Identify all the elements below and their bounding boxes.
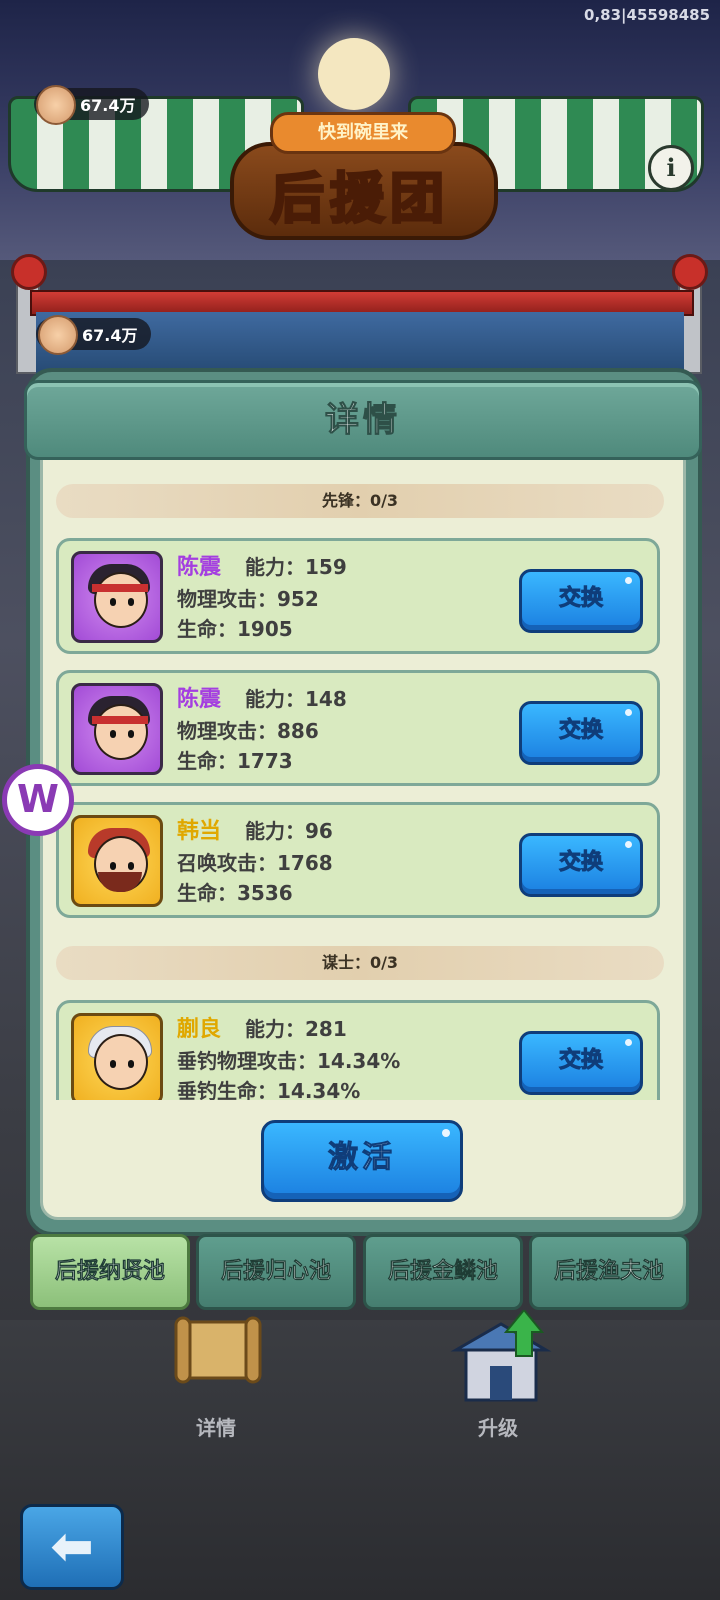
hero-name: 蒯良 bbox=[177, 1017, 222, 1042]
tab-pool-4[interactable]: 后援渔夫池 bbox=[529, 1234, 689, 1310]
back-arrow-icon: ⬅ bbox=[50, 1517, 94, 1577]
tab-pool-2[interactable]: 后援归心池 bbox=[196, 1234, 356, 1310]
hero-ability: 能力：159 bbox=[245, 555, 347, 579]
hero-list[interactable]: 陈震 能力：159 物理攻击：952 生命：1905 交换 陈震 能力：148 … bbox=[56, 530, 666, 1100]
hero-stat-hp: 生命：3536 bbox=[177, 881, 293, 905]
details-label: 详情 bbox=[196, 1416, 236, 1440]
hero-card: 蒯良 能力：281 垂钓物理攻击：14.34% 垂钓生命：14.34% 交换 bbox=[56, 1000, 660, 1100]
hero-stat-attack: 召唤攻击：1768 bbox=[177, 851, 333, 875]
hero-ability: 能力：281 bbox=[245, 1017, 347, 1041]
coin-icon bbox=[38, 315, 78, 355]
section-header-strategist: 谋士：0/3 bbox=[56, 946, 664, 980]
hero-name: 陈震 bbox=[177, 555, 222, 580]
dialog-title: 详情 bbox=[325, 400, 401, 441]
upgrade-label: 升级 bbox=[478, 1416, 518, 1440]
coin-amount: 67.4万 bbox=[82, 326, 138, 345]
swap-button[interactable]: 交换 bbox=[519, 569, 643, 633]
rail-ball-right bbox=[672, 254, 708, 290]
rail-ball-left bbox=[11, 254, 47, 290]
swap-button[interactable]: 交换 bbox=[519, 701, 643, 765]
hero-card: 韩当 能力：96 召唤攻击：1768 生命：3536 交换 bbox=[56, 802, 660, 918]
swap-button[interactable]: 交换 bbox=[519, 833, 643, 897]
hero-avatar bbox=[71, 815, 163, 907]
activate-button[interactable]: 激活 bbox=[261, 1120, 463, 1202]
details-scroll-icon[interactable] bbox=[168, 1312, 268, 1392]
hero-name: 陈震 bbox=[177, 687, 222, 712]
coin-amount: 67.4万 bbox=[80, 96, 136, 115]
hero-ability: 能力：96 bbox=[245, 819, 333, 843]
coin-counter-middle: 67.4万 bbox=[36, 315, 152, 355]
hero-stat-hp: 生命：1773 bbox=[177, 749, 293, 773]
hero-stat-attack: 物理攻击：952 bbox=[177, 587, 319, 611]
hero-card: 陈震 能力：148 物理攻击：886 生命：1773 交换 bbox=[56, 670, 660, 786]
back-button[interactable]: ⬅ bbox=[20, 1504, 124, 1590]
tab-pool-3[interactable]: 后援金鳞池 bbox=[363, 1234, 523, 1310]
hero-avatar bbox=[71, 683, 163, 775]
sign-title: 后援团 bbox=[269, 166, 450, 232]
dialog-title-bar: 详情 bbox=[24, 380, 702, 460]
sign-subtitle: 快到碗里来 bbox=[270, 112, 456, 154]
coin-counter-top: 67.4万 bbox=[34, 85, 150, 125]
moon bbox=[318, 38, 390, 110]
hero-stat-attack: 物理攻击：886 bbox=[177, 719, 319, 743]
shop-sign: 快到碗里来 后援团 bbox=[230, 112, 498, 240]
coin-icon bbox=[36, 85, 76, 125]
hero-card: 陈震 能力：159 物理攻击：952 生命：1905 交换 bbox=[56, 538, 660, 654]
info-icon[interactable]: i bbox=[648, 145, 694, 191]
section-header-vanguard: 先锋：0/3 bbox=[56, 484, 664, 518]
version-text: 0,83|45598485 bbox=[584, 6, 710, 24]
hero-name: 韩当 bbox=[177, 819, 222, 844]
hero-ability: 能力：148 bbox=[245, 687, 347, 711]
floating-w-badge[interactable]: W bbox=[2, 764, 74, 836]
hero-stat-hp: 垂钓生命：14.34% bbox=[177, 1079, 361, 1100]
hero-stat-hp: 生命：1905 bbox=[177, 617, 293, 641]
upgrade-building-icon[interactable] bbox=[446, 1308, 556, 1410]
hero-stat-attack: 垂钓物理攻击：14.34% bbox=[177, 1049, 401, 1073]
hero-avatar bbox=[71, 551, 163, 643]
hero-avatar bbox=[71, 1013, 163, 1100]
tab-pool-1[interactable]: 后援纳贤池 bbox=[30, 1234, 190, 1310]
swap-button[interactable]: 交换 bbox=[519, 1031, 643, 1095]
